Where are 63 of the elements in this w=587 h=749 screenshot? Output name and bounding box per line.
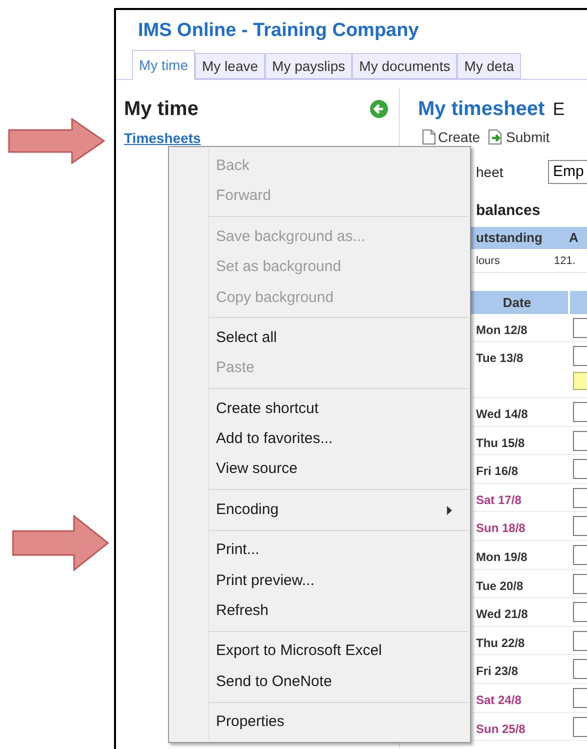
date-cell-text: Tue 20/8	[475, 578, 524, 595]
menu-item[interactable]: Export to Microsoft Excel	[169, 636, 470, 667]
date-cell-text: Fri 23/8	[475, 663, 520, 680]
hours-field[interactable]	[573, 346, 587, 366]
document-arrow-icon	[488, 129, 504, 145]
site-title: IMS Online - Training Company	[137, 19, 420, 43]
menu-item[interactable]: Refresh	[169, 596, 470, 626]
date-cell-text: Sun 18/8	[475, 520, 526, 538]
date-cell-text: Wed 21/8	[475, 606, 529, 624]
menu-item[interactable]: View source	[169, 454, 470, 485]
column-header: A	[568, 228, 580, 246]
menu-item[interactable]: Add to favorites...	[169, 424, 470, 455]
date-cell-text: Sun 25/8	[475, 720, 526, 738]
heading-text: E	[552, 98, 565, 121]
date-cell-text: Wed 14/8	[475, 406, 529, 424]
column-header: utstanding	[475, 228, 544, 247]
hours-field[interactable]	[573, 659, 587, 680]
date-cell-text: Mon 19/8	[475, 549, 528, 566]
hours-field[interactable]	[573, 488, 587, 508]
hours-field[interactable]	[573, 630, 587, 651]
date-cell-text: Thu 22/8	[475, 634, 526, 652]
tab[interactable]: My time	[132, 50, 195, 80]
menu-item[interactable]: Print...	[169, 535, 470, 566]
hours-field[interactable]	[573, 516, 587, 536]
tab[interactable]: My deta	[457, 53, 522, 79]
column-header-background	[570, 290, 587, 314]
date-cell-text: Mon 12/8	[475, 322, 528, 338]
sidebar-heading: My time	[124, 97, 198, 122]
hours-field[interactable]	[573, 459, 587, 480]
hours-field[interactable]	[573, 430, 587, 451]
employee-dropdown[interactable]: Emp	[548, 160, 587, 184]
menu-item[interactable]: Create shortcut	[169, 394, 470, 424]
menu-item[interactable]: Properties	[169, 707, 470, 738]
tab[interactable]: My documents	[352, 53, 458, 79]
date-cell-text: Tue 13/8	[475, 350, 524, 368]
menu-item[interactable]: Print preview...	[169, 566, 470, 596]
hours-field[interactable]	[573, 545, 587, 566]
date-cell-text: Thu 15/8	[475, 434, 526, 452]
menu-item[interactable]: Send to OneNote	[169, 666, 470, 698]
hours-field[interactable]	[573, 402, 587, 422]
tab[interactable]: My payslips	[265, 53, 352, 79]
hours-field[interactable]	[573, 602, 587, 622]
filter-label: heet	[476, 162, 504, 182]
date-cell-text: Sat 24/8	[475, 692, 522, 710]
hours-field[interactable]	[573, 716, 587, 737]
menu-item[interactable]: Select all	[169, 322, 470, 354]
document-icon	[422, 129, 436, 145]
hours-field[interactable]	[573, 318, 587, 338]
hours-field[interactable]	[573, 688, 587, 708]
table-cell-text: 121.	[554, 254, 576, 268]
date-cell-text: Fri 16/8	[475, 463, 520, 480]
sidebar-link[interactable]: Timesheets	[124, 128, 201, 149]
page-heading: My timesheet	[418, 97, 545, 122]
submenu-arrow-icon	[447, 506, 452, 515]
note-field[interactable]	[573, 372, 587, 390]
tab[interactable]: My leave	[195, 53, 266, 79]
date-cell-text: Sat 17/8	[475, 492, 522, 509]
menu-item[interactable]: Encoding	[169, 494, 470, 526]
toolbar-button[interactable]: Create	[422, 126, 480, 148]
hours-field[interactable]	[573, 574, 587, 594]
toolbar-button[interactable]: Submit	[488, 126, 550, 148]
section-heading: balances	[475, 201, 542, 221]
table-cell-text: lours	[475, 254, 501, 268]
